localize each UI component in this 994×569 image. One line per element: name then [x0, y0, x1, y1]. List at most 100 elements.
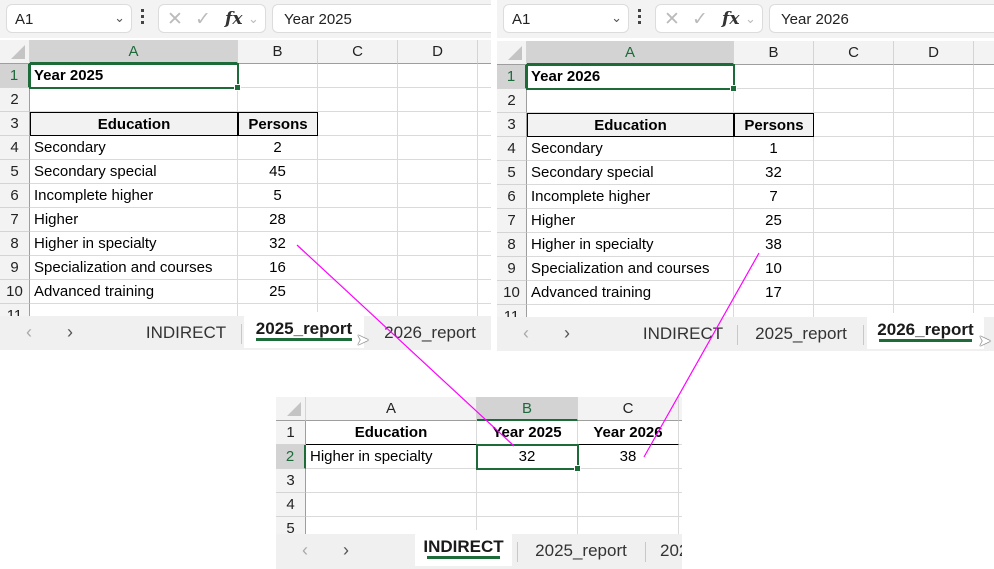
row-header-5[interactable]: 5	[0, 160, 30, 184]
name-box[interactable]: A1 ⌄	[503, 4, 629, 33]
cell[interactable]	[398, 184, 478, 208]
cell[interactable]	[974, 257, 994, 281]
cell[interactable]	[679, 445, 682, 469]
education-cell[interactable]: Advanced training	[527, 281, 734, 305]
sheet-tab-2025-report[interactable]: 2025_report	[521, 534, 641, 568]
persons-cell[interactable]: 25	[238, 280, 318, 304]
education-cell[interactable]: Specialization and courses	[30, 256, 238, 280]
row-header-5[interactable]: 5	[497, 161, 527, 185]
education-cell[interactable]: Specialization and courses	[527, 257, 734, 281]
sheet-tab-2026-report[interactable]: 202	[648, 534, 682, 568]
cell[interactable]	[578, 469, 679, 493]
cell[interactable]	[478, 160, 491, 184]
header-cell[interactable]: Education	[306, 421, 477, 445]
cell[interactable]	[318, 256, 398, 280]
row-header-8[interactable]: 8	[497, 233, 527, 257]
cell[interactable]	[478, 232, 491, 256]
education-cell[interactable]: Higher in specialty	[527, 233, 734, 257]
cell[interactable]	[894, 281, 974, 305]
sheet-tab-2025-report[interactable]: 2025_report	[741, 317, 861, 351]
cell[interactable]	[894, 185, 974, 209]
cell[interactable]	[894, 65, 974, 89]
name-box[interactable]: A1 ⌄	[6, 4, 132, 33]
insert-function-icon[interactable]: fx	[225, 9, 242, 29]
cell[interactable]	[398, 112, 478, 136]
cell[interactable]	[478, 136, 491, 160]
cell[interactable]	[318, 112, 398, 136]
cell[interactable]	[894, 257, 974, 281]
cell[interactable]	[974, 89, 994, 113]
sheet-tab-indirect[interactable]: INDIRECT	[140, 316, 232, 350]
row-header-3[interactable]: 3	[276, 469, 306, 493]
sheet-tab-indirect[interactable]: INDIRECT	[637, 317, 729, 351]
education-cell[interactable]: Higher in specialty	[30, 232, 238, 256]
cell[interactable]	[398, 256, 478, 280]
prev-sheet-icon[interactable]: ‹	[26, 322, 32, 343]
persons-cell[interactable]: 5	[238, 184, 318, 208]
row-header-2[interactable]: 2	[497, 89, 527, 113]
persons-cell[interactable]: 10	[734, 257, 814, 281]
column-header-c[interactable]: C	[578, 397, 679, 421]
education-cell[interactable]: Secondary	[30, 136, 238, 160]
column-header-e[interactable]	[974, 41, 994, 65]
cell[interactable]	[894, 113, 974, 137]
formula-input[interactable]: Year 2026	[769, 4, 994, 33]
column-header-a[interactable]: A	[527, 41, 734, 65]
column-header-b[interactable]: B	[477, 397, 578, 421]
select-all-corner[interactable]	[497, 41, 527, 65]
insert-function-icon[interactable]: fx	[722, 9, 739, 29]
cell[interactable]	[974, 185, 994, 209]
cell[interactable]	[814, 185, 894, 209]
row-header-7[interactable]: 7	[0, 208, 30, 232]
prev-sheet-icon[interactable]: ‹	[523, 323, 529, 344]
education-cell[interactable]: Advanced training	[30, 280, 238, 304]
cell[interactable]	[734, 65, 814, 89]
row-header-9[interactable]: 9	[0, 256, 30, 280]
cell[interactable]	[679, 493, 682, 517]
cell[interactable]	[814, 233, 894, 257]
cell[interactable]	[814, 65, 894, 89]
next-sheet-icon[interactable]: ›	[564, 323, 570, 344]
next-sheet-icon[interactable]: ›	[67, 322, 73, 343]
cell[interactable]	[478, 88, 491, 112]
education-cell[interactable]: Secondary	[527, 137, 734, 161]
cell[interactable]	[30, 88, 238, 112]
table-header-cell[interactable]: Persons	[238, 112, 318, 136]
cell[interactable]	[478, 112, 491, 136]
cell[interactable]	[974, 233, 994, 257]
education-cell[interactable]: Higher	[30, 208, 238, 232]
column-header-b[interactable]: B	[734, 41, 814, 65]
row-header-6[interactable]: 6	[497, 185, 527, 209]
cell[interactable]	[974, 113, 994, 137]
row-header-2[interactable]: 2	[276, 445, 306, 469]
column-header-a[interactable]: A	[306, 397, 477, 421]
education-cell[interactable]: Secondary special	[527, 161, 734, 185]
column-header-d[interactable]	[679, 397, 682, 421]
cell[interactable]	[814, 257, 894, 281]
persons-cell[interactable]: 16	[238, 256, 318, 280]
row-header-1[interactable]: 1	[497, 65, 527, 89]
cell[interactable]	[974, 137, 994, 161]
chevron-down-icon[interactable]: ⌄	[114, 10, 125, 26]
cell-title[interactable]: Year 2025	[30, 64, 238, 88]
cell[interactable]	[679, 469, 682, 493]
education-cell[interactable]: Incomplete higher	[30, 184, 238, 208]
row-header-2[interactable]: 2	[0, 88, 30, 112]
more-options-icon[interactable]	[141, 9, 145, 27]
row-header-9[interactable]: 9	[497, 257, 527, 281]
persons-cell[interactable]: 25	[734, 209, 814, 233]
cell[interactable]	[306, 493, 477, 517]
cell[interactable]	[974, 281, 994, 305]
row-header-4[interactable]: 4	[0, 136, 30, 160]
persons-cell[interactable]: 1	[734, 137, 814, 161]
enter-icon[interactable]: ✓	[692, 8, 708, 31]
column-header-b[interactable]: B	[238, 40, 318, 64]
value-cell[interactable]: 32	[477, 445, 578, 469]
row-header-3[interactable]: 3	[0, 112, 30, 136]
next-sheet-icon[interactable]: ›	[343, 540, 349, 561]
table-header-cell[interactable]: Education	[30, 112, 238, 136]
cell[interactable]	[814, 113, 894, 137]
table-header-cell[interactable]: Education	[527, 113, 734, 137]
education-cell[interactable]: Secondary special	[30, 160, 238, 184]
more-options-icon[interactable]	[638, 9, 642, 27]
